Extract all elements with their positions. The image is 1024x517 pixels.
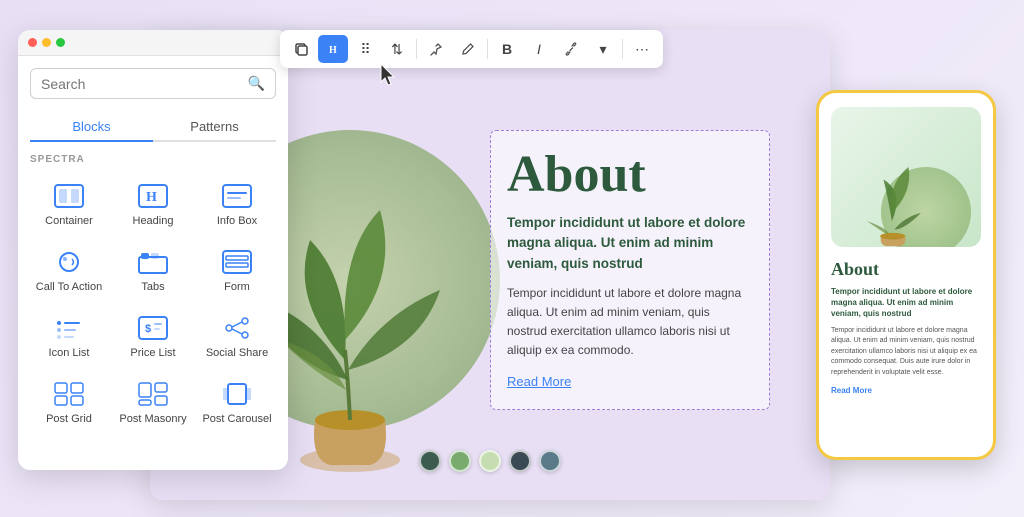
mobile-image-area [831,107,981,247]
social-share-icon [218,313,256,343]
container-icon [50,181,88,211]
color-swatch-5[interactable] [539,450,561,472]
tabs-icon [134,247,172,277]
toolbar-italic-button[interactable]: I [524,35,554,63]
editor-toolbar: H ⠿ ⇅ B I ▾ ⋯ [280,30,663,68]
toolbar-move-button[interactable]: ⠿ [350,35,380,63]
mobile-preview: About Tempor incididunt ut labore et dol… [816,90,996,460]
search-input[interactable] [41,76,248,92]
tab-blocks[interactable]: Blocks [30,113,153,142]
cursor-arrow [378,62,400,94]
block-item-info-box[interactable]: Info Box [198,175,276,233]
svg-text:H: H [146,190,157,205]
color-palette [419,450,561,472]
color-swatch-1[interactable] [419,450,441,472]
toolbar-edit-button[interactable] [453,35,483,63]
block-label-cta: Call To Action [36,281,102,293]
toolbar-separator-1 [416,39,417,59]
cta-icon [50,247,88,277]
block-item-form[interactable]: Form [198,241,276,299]
block-item-heading[interactable]: H Heading [114,175,192,233]
toolbar-duplicate-button[interactable] [286,35,316,63]
block-item-post-grid[interactable]: Post Grid [30,373,108,431]
block-label-price-list: Price List [130,347,175,359]
panel-tabs: Blocks Patterns [30,113,276,142]
block-label-container: Container [45,215,93,227]
svg-text:H: H [329,45,337,56]
block-item-cta[interactable]: Call To Action [30,241,108,299]
heading-icon: H [134,181,172,211]
block-item-price-list[interactable]: $ Price List [114,307,192,365]
color-swatch-4[interactable] [509,450,531,472]
toolbar-chevron-button[interactable]: ▾ [588,35,618,63]
content-body: Tempor incididunt ut labore et dolore ma… [507,284,753,361]
block-item-post-carousel[interactable]: Post Carousel [198,373,276,431]
block-label-form: Form [224,281,250,293]
post-masonry-icon [134,379,172,409]
form-icon [218,247,256,277]
post-grid-icon [50,379,88,409]
block-label-social-share: Social Share [206,347,268,359]
color-swatch-2[interactable] [449,450,471,472]
post-carousel-icon [218,379,256,409]
toolbar-bold-button[interactable]: B [492,35,522,63]
toolbar-ellipsis-button[interactable]: ⋯ [627,35,657,63]
close-dot [28,38,37,47]
blocks-panel: 🔍 Blocks Patterns SPECTRA Container [18,30,288,470]
block-label-post-masonry: Post Masonry [119,413,186,425]
block-item-post-masonry[interactable]: Post Masonry [114,373,192,431]
mobile-read-more: Read More [831,386,981,395]
block-label-tabs: Tabs [141,281,164,293]
block-label-info-box: Info Box [217,215,257,227]
minimize-dot [42,38,51,47]
svg-text:$: $ [145,323,151,335]
block-item-tabs[interactable]: Tabs [114,241,192,299]
block-item-social-share[interactable]: Social Share [198,307,276,365]
color-swatch-3[interactable] [479,450,501,472]
toolbar-link-button[interactable] [556,35,586,63]
search-box[interactable]: 🔍 [30,68,276,99]
toolbar-separator-2 [487,39,488,59]
toolbar-arrows-button[interactable]: ⇅ [382,35,412,63]
price-list-icon: $ [134,313,172,343]
block-item-icon-list[interactable]: Icon List [30,307,108,365]
block-label-post-carousel: Post Carousel [202,413,271,425]
content-subtitle: Tempor incididunt ut labore et dolore ma… [507,213,753,274]
info-box-icon [218,181,256,211]
mobile-heading: About [831,259,981,280]
block-item-container[interactable]: Container [30,175,108,233]
block-label-post-grid: Post Grid [46,413,92,425]
mobile-subtitle: Tempor incididunt ut labore et dolore ma… [831,286,981,320]
toolbar-pin-button[interactable] [421,35,451,63]
section-label: SPECTRA [30,154,276,165]
tab-patterns[interactable]: Patterns [153,113,276,140]
toolbar-heading-button[interactable]: H [318,35,348,63]
toolbar-separator-3 [622,39,623,59]
block-label-icon-list: Icon List [49,347,90,359]
mobile-plant-svg [846,137,946,247]
icon-list-icon [50,313,88,343]
maximize-dot [56,38,65,47]
content-block: About Tempor incididunt ut labore et dol… [490,130,770,410]
titlebar [18,30,288,56]
mobile-body: Tempor incididunt ut labore et dolore ma… [831,326,981,379]
read-more-link[interactable]: Read More [507,374,571,389]
block-grid: Container H Heading [30,175,276,431]
content-heading: About [507,149,753,201]
block-label-heading: Heading [133,215,174,227]
search-icon: 🔍 [248,75,265,92]
